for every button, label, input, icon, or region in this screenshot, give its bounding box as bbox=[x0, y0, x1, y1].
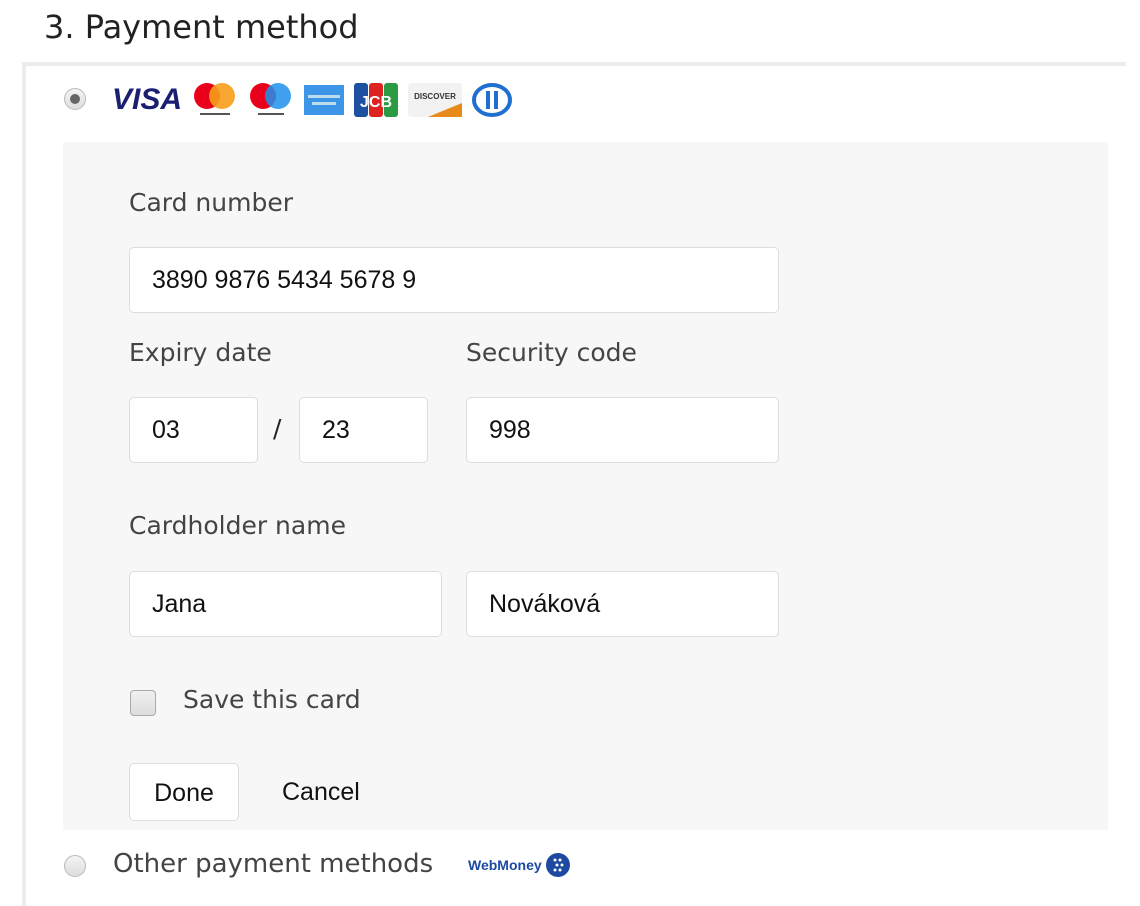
first-name-input[interactable]: Jana bbox=[129, 571, 442, 637]
expiry-year-input[interactable]: 23 bbox=[299, 397, 428, 463]
card-number-label: Card number bbox=[129, 188, 294, 217]
last-name-input[interactable]: Nováková bbox=[466, 571, 779, 637]
save-card-label: Save this card bbox=[183, 685, 361, 714]
svg-text:DISCOVER: DISCOVER bbox=[414, 92, 456, 101]
cardholder-name-label: Cardholder name bbox=[129, 511, 346, 540]
card-logos: VISA JCB DISCOVER bbox=[112, 80, 513, 120]
expiry-date-label: Expiry date bbox=[129, 338, 272, 367]
expiry-month-input[interactable]: 03 bbox=[129, 397, 258, 463]
jcb-logo-icon: JCB bbox=[354, 83, 399, 117]
security-code-input[interactable]: 998 bbox=[466, 397, 779, 463]
visa-logo-icon: VISA bbox=[112, 83, 183, 116]
security-code-label: Security code bbox=[466, 338, 637, 367]
card-number-input[interactable]: 3890 9876 5434 5678 9 bbox=[129, 247, 779, 313]
other-payment-label[interactable]: Other payment methods bbox=[113, 849, 433, 879]
maestro-logo-icon bbox=[250, 83, 292, 115]
done-button[interactable]: Done bbox=[129, 763, 239, 821]
svg-text:JCB: JCB bbox=[360, 94, 392, 111]
other-payment-radio[interactable] bbox=[64, 855, 86, 877]
expiry-separator: / bbox=[273, 414, 282, 443]
webmoney-logo: WebMoney bbox=[468, 852, 571, 878]
cancel-button[interactable]: Cancel bbox=[282, 763, 360, 821]
diners-club-logo-icon bbox=[472, 83, 513, 117]
mastercard-logo-icon bbox=[194, 83, 236, 115]
card-payment-radio[interactable] bbox=[64, 88, 86, 110]
amex-logo-icon bbox=[304, 85, 345, 115]
webmoney-text: WebMoney bbox=[468, 857, 542, 873]
discover-logo-icon: DISCOVER bbox=[408, 83, 463, 117]
card-form bbox=[63, 142, 1108, 830]
page-title: 3. Payment method bbox=[44, 8, 359, 46]
webmoney-globe-icon bbox=[545, 853, 570, 877]
save-card-checkbox[interactable] bbox=[130, 690, 156, 716]
